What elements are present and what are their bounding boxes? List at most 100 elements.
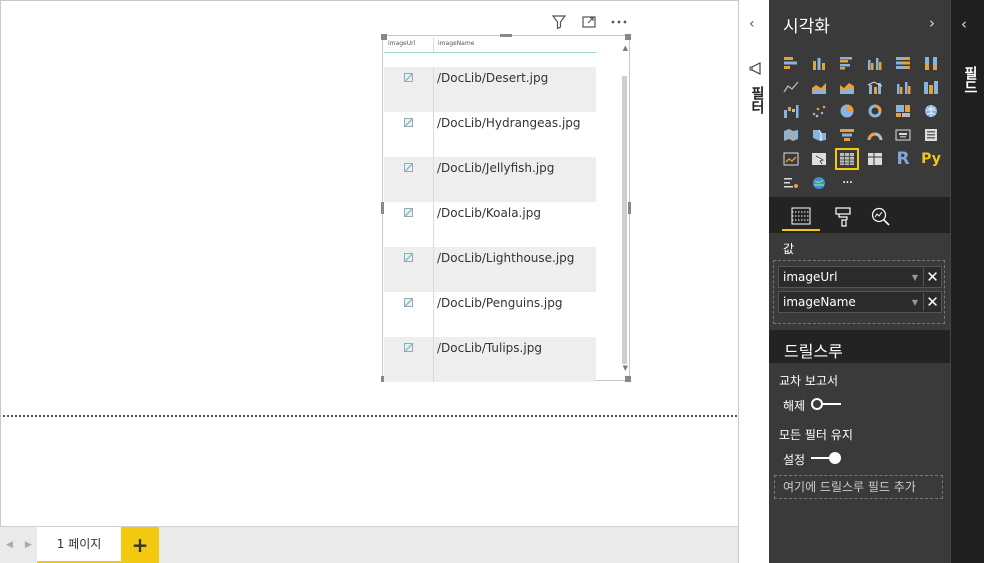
column-header-imageurl[interactable]: imageUrl xyxy=(384,37,434,52)
image-name-cell: /DocLib/Jellyfish.jpg xyxy=(437,161,555,175)
filled-map-icon[interactable] xyxy=(777,123,805,147)
drillthrough-title: 드릴스루 xyxy=(784,342,843,361)
chevron-right-icon[interactable]: › xyxy=(929,14,935,32)
scatter-chart-icon[interactable] xyxy=(805,99,833,123)
field-pill-imagename[interactable]: imageName ▼ ✕ xyxy=(778,291,942,313)
gauge-icon[interactable] xyxy=(861,123,889,147)
visualizations-pane: 시각화 › R Py ··· 값 imageUrl ▼ ✕ imageName … xyxy=(769,0,950,563)
image-name-cell: /DocLib/Hydrangeas.jpg xyxy=(437,116,581,130)
page-boundary-line xyxy=(3,415,737,417)
chevron-left-icon[interactable]: ‹ xyxy=(749,16,755,32)
pane-tab-bar xyxy=(769,197,950,233)
table-row[interactable]: /DocLib/Penguins.jpg xyxy=(384,292,596,337)
next-page-arrow[interactable]: ▶ xyxy=(25,540,32,550)
values-field-well[interactable]: imageUrl ▼ ✕ imageName ▼ ✕ xyxy=(773,260,945,324)
cross-report-state: 해제 xyxy=(783,399,806,413)
table-visual-icon[interactable] xyxy=(833,147,861,171)
filter-pane-label[interactable]: 필터 xyxy=(747,86,767,114)
page-tab-bar: ◀ ▶ 1 페이지 + xyxy=(0,526,769,563)
analytics-tab[interactable] xyxy=(862,203,900,231)
drillthrough-field-well[interactable]: 여기에 드릴스루 필드 추가 xyxy=(774,475,943,499)
chevron-left-icon[interactable]: ‹ xyxy=(961,15,967,33)
field-pill-imageurl[interactable]: imageUrl ▼ ✕ xyxy=(778,266,942,288)
resize-handle[interactable] xyxy=(625,34,631,40)
broken-image-icon xyxy=(404,253,413,262)
funnel-icon[interactable] xyxy=(833,123,861,147)
focus-mode-icon[interactable] xyxy=(581,14,597,30)
treemap-icon[interactable] xyxy=(889,99,917,123)
broken-image-icon xyxy=(404,208,413,217)
clustered-column-chart-icon[interactable] xyxy=(861,51,889,75)
key-influencers-icon[interactable] xyxy=(777,171,805,195)
add-page-button[interactable]: + xyxy=(121,527,159,563)
stacked-bar-chart-icon[interactable] xyxy=(777,51,805,75)
stacked-column-chart-icon[interactable] xyxy=(805,51,833,75)
shape-map-icon[interactable] xyxy=(805,123,833,147)
dropdown-arrow-icon[interactable]: ▼ xyxy=(907,298,923,307)
table-row[interactable]: /DocLib/Tulips.jpg xyxy=(384,337,596,382)
page-tab-1[interactable]: 1 페이지 xyxy=(37,527,121,563)
scroll-down-arrow[interactable]: ▼ xyxy=(623,364,628,372)
matrix-icon[interactable] xyxy=(861,147,889,171)
r-label: R xyxy=(896,149,910,169)
table-header: imageUrl imageName xyxy=(384,37,596,53)
format-paint-icon xyxy=(835,207,851,227)
clustered-bar-chart-icon[interactable] xyxy=(833,51,861,75)
area-chart-icon[interactable] xyxy=(805,75,833,99)
stacked-area-chart-icon[interactable] xyxy=(833,75,861,99)
line-and-stacked-column-icon[interactable] xyxy=(861,75,889,99)
ribbon-chart-icon[interactable] xyxy=(917,75,945,99)
fields-tab[interactable] xyxy=(782,203,820,231)
pie-chart-icon[interactable] xyxy=(833,99,861,123)
table-row[interactable]: /DocLib/Desert.jpg xyxy=(384,67,596,112)
table-row[interactable]: /DocLib/Jellyfish.jpg xyxy=(384,157,596,202)
dropdown-arrow-icon[interactable]: ▼ xyxy=(907,273,923,282)
line-chart-icon[interactable] xyxy=(777,75,805,99)
donut-chart-icon[interactable] xyxy=(861,99,889,123)
more-options-icon[interactable] xyxy=(611,14,627,30)
remove-field-icon[interactable]: ✕ xyxy=(923,268,941,286)
resize-handle[interactable] xyxy=(625,376,631,382)
multi-row-card-icon[interactable] xyxy=(917,123,945,147)
broken-image-icon xyxy=(404,343,413,352)
slicer-icon[interactable] xyxy=(805,147,833,171)
table: imageUrl imageName /DocLib/Desert.jpg /D… xyxy=(384,37,596,382)
filter-icon[interactable] xyxy=(551,14,567,30)
column-header-imagename[interactable]: imageName xyxy=(434,37,478,52)
line-and-clustered-column-icon[interactable] xyxy=(889,75,917,99)
table-row[interactable]: /DocLib/Hydrangeas.jpg xyxy=(384,112,596,157)
remove-field-icon[interactable]: ✕ xyxy=(923,293,941,311)
cross-report-toggle[interactable] xyxy=(811,398,841,410)
keep-all-filters-toggle[interactable] xyxy=(811,452,841,464)
more-visuals-icon[interactable]: ··· xyxy=(833,171,861,195)
kpi-icon[interactable] xyxy=(777,147,805,171)
cross-report-label: 교차 보고서 xyxy=(779,374,839,388)
fields-pane-label[interactable]: 필드 xyxy=(960,66,980,94)
filter-pane-collapsed: ‹ 필터 xyxy=(738,0,770,563)
image-name-cell: /DocLib/Tulips.jpg xyxy=(437,341,542,355)
fields-pane-collapsed: ‹ 필드 xyxy=(950,0,984,563)
100-stacked-bar-icon[interactable] xyxy=(889,51,917,75)
broken-image-icon xyxy=(404,298,413,307)
map-icon[interactable] xyxy=(917,99,945,123)
table-row[interactable]: /DocLib/Lighthouse.jpg xyxy=(384,247,596,292)
drillthrough-header: 드릴스루 xyxy=(769,330,950,363)
keep-all-filters-label: 모든 필터 유지 xyxy=(779,428,853,442)
image-name-cell: /DocLib/Koala.jpg xyxy=(437,206,541,220)
table-row[interactable]: /DocLib/Koala.jpg xyxy=(384,202,596,247)
resize-handle[interactable] xyxy=(628,202,631,214)
prev-page-arrow[interactable]: ◀ xyxy=(6,540,13,550)
waterfall-chart-icon[interactable] xyxy=(777,99,805,123)
format-tab[interactable] xyxy=(824,203,862,231)
r-script-visual-icon[interactable]: R xyxy=(889,147,917,171)
python-visual-icon[interactable]: Py xyxy=(917,147,945,171)
100-stacked-column-icon[interactable] xyxy=(917,51,945,75)
megaphone-filter-icon[interactable] xyxy=(749,62,762,79)
vertical-scrollbar[interactable] xyxy=(622,76,627,364)
card-icon[interactable] xyxy=(889,123,917,147)
report-canvas[interactable]: imageUrl imageName /DocLib/Desert.jpg /D… xyxy=(0,0,738,526)
arcgis-map-icon[interactable] xyxy=(805,171,833,195)
broken-image-icon xyxy=(404,73,413,82)
table-visual[interactable]: imageUrl imageName /DocLib/Desert.jpg /D… xyxy=(381,34,631,382)
scroll-up-arrow[interactable]: ▲ xyxy=(623,44,628,52)
